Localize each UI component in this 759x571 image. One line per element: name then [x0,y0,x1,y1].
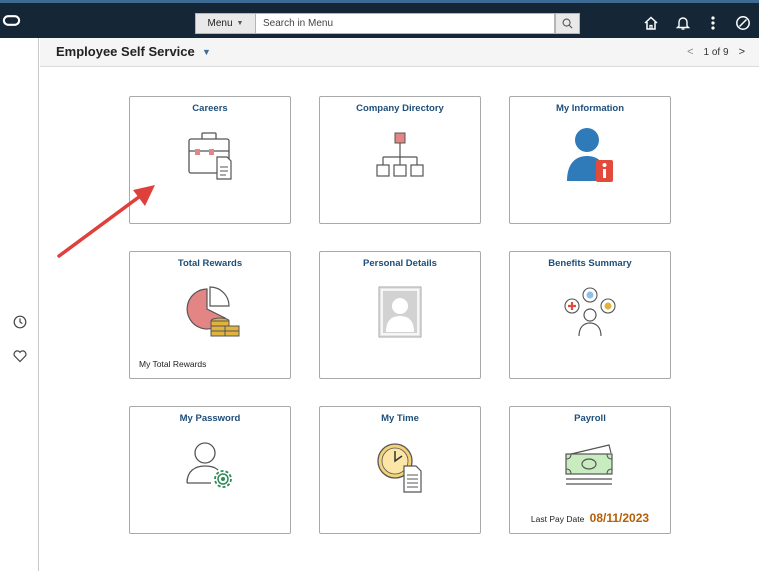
tile-company-directory[interactable]: Company Directory [319,96,481,224]
homepage-pager: < 1 of 9 > [687,46,745,58]
tile-title: Personal Details [363,258,437,269]
left-side-rail [0,38,39,571]
tile-footer-text: My Total Rewards [139,359,207,369]
oracle-logo-icon[interactable] [2,11,21,30]
tile-title: My Password [179,413,241,424]
tile-title: Benefits Summary [548,258,632,269]
menu-dropdown-button[interactable]: Menu ▼ [195,13,255,34]
tile-personal-details[interactable]: Personal Details [319,251,481,379]
pager-text: 1 of 9 [703,46,729,58]
chevron-down-icon: ▼ [236,20,244,27]
tile-title: Company Directory [356,103,444,114]
tile-title: My Time [381,413,419,424]
benefits-person-icon [564,287,616,337]
annotation-arrow-icon [57,185,155,258]
tile-title: Careers [192,103,228,114]
last-pay-date: Last Pay Date 08/11/2023 [510,511,670,525]
bell-icon [675,17,691,30]
tile-benefits-summary[interactable]: Benefits Summary [509,251,671,379]
tile-my-password[interactable]: My Password [129,406,291,534]
menu-search-input[interactable] [255,13,555,34]
page-title[interactable]: Employee Self Service [56,44,195,59]
cash-money-icon [565,444,613,485]
chevron-down-icon[interactable]: ▼ [202,47,211,57]
person-info-icon [567,128,613,182]
actions-menu-button[interactable] [703,13,723,33]
navbar-compass-icon [736,16,750,30]
search-button[interactable] [555,13,580,34]
tile-title: My Information [555,103,625,114]
photo-placeholder-icon [378,286,422,338]
home-button[interactable] [641,13,661,33]
navbar-button[interactable] [733,13,753,33]
tile-my-time[interactable]: My Time [319,406,481,534]
favorites-heart-icon[interactable] [12,348,28,364]
tile-payroll[interactable]: Payroll Last Pay Date 08/11/2023 [509,406,671,534]
notifications-button[interactable] [673,13,693,33]
search-icon [562,18,573,29]
chevron-right-icon[interactable]: > [739,46,745,58]
top-navigation-bar: Menu ▼ [0,0,759,38]
recent-history-icon[interactable] [12,314,28,330]
tile-my-information[interactable]: My Information [509,96,671,224]
page-header: Employee Self Service ▼ < 1 of 9 > [40,38,759,67]
briefcase-document-icon [188,132,232,180]
home-icon [644,16,658,30]
org-chart-icon [376,132,424,177]
last-pay-date-value: 08/11/2023 [589,511,650,525]
user-settings-gear-icon [186,442,232,488]
pie-chart-coins-icon [186,286,240,337]
last-pay-date-label: Last Pay Date [530,514,585,524]
clock-timesheet-icon [377,443,422,493]
menu-label: Menu [207,18,233,29]
tile-title: Payroll [574,413,606,424]
chevron-left-icon[interactable]: < [687,46,693,58]
more-vertical-icon [711,16,715,30]
tile-total-rewards[interactable]: Total Rewards My Total Rewards [129,251,291,379]
